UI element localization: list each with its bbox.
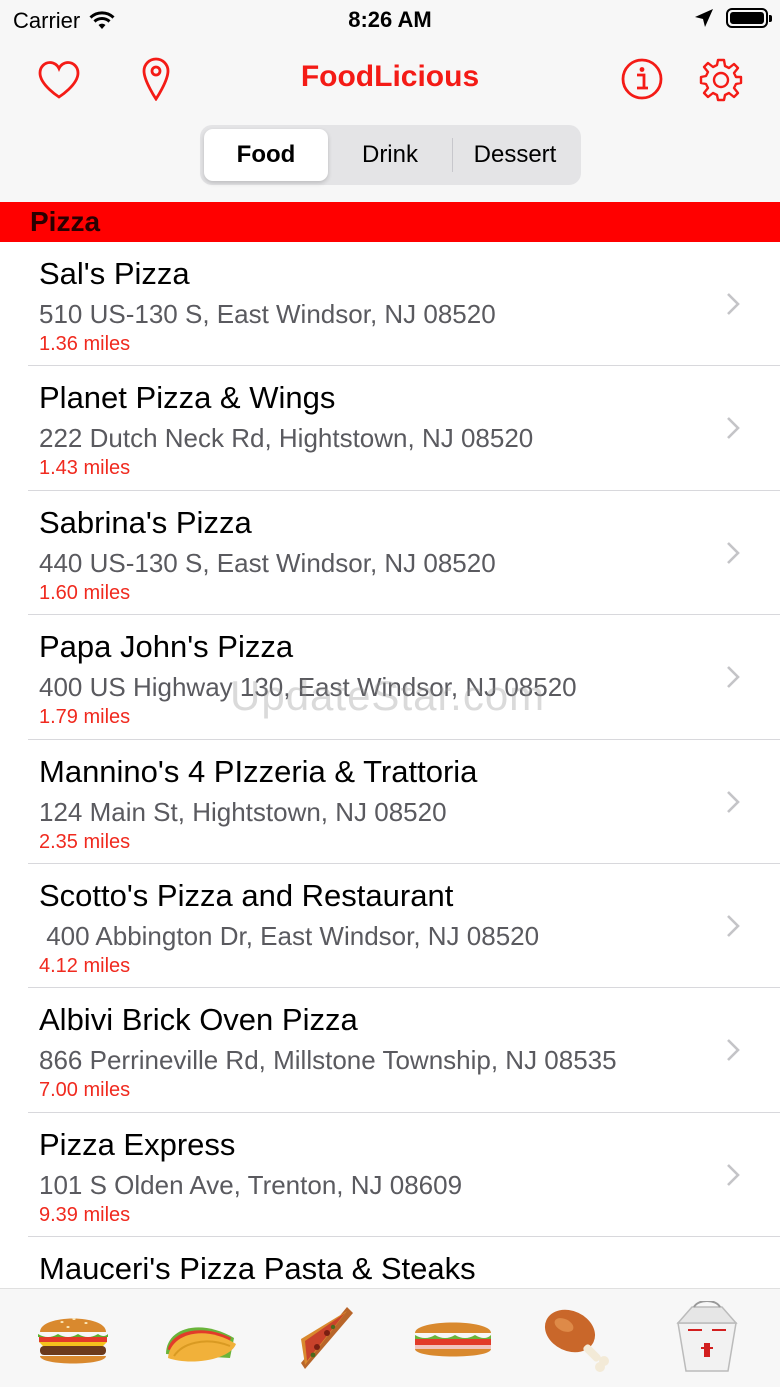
section-header: Pizza — [0, 202, 780, 242]
navigation-bar: FoodLicious Food Drink Dessert — [0, 40, 780, 202]
restaurant-name: Mannino's 4 PIzzeria & Trattoria — [39, 753, 478, 789]
restaurant-list[interactable]: Sal's Pizza 510 US-130 S, East Windsor, … — [0, 242, 780, 1288]
restaurant-name: Scotto's Pizza and Restaurant — [39, 877, 454, 913]
info-icon[interactable] — [620, 57, 664, 101]
chevron-right-icon — [727, 541, 740, 564]
restaurant-distance: 1.36 miles — [39, 333, 131, 355]
chevron-right-icon — [727, 293, 740, 315]
list-item[interactable]: Mannino's 4 PIzzeria & Trattoria 124 Mai… — [0, 740, 780, 865]
restaurant-address: 101 S Olden Ave, Trenton, NJ 08609 — [39, 1169, 463, 1200]
food-category-tab-bar — [0, 1288, 780, 1387]
restaurant-distance: 1.60 miles — [39, 581, 131, 604]
settings-gear-icon[interactable] — [698, 57, 744, 103]
chevron-right-icon — [727, 790, 740, 813]
restaurant-address: 400 Abbington Dr, East Windsor, NJ 08520 — [39, 920, 540, 951]
restaurant-name: Planet Pizza & Wings — [39, 380, 336, 416]
chicken-leg-icon[interactable] — [535, 1298, 625, 1378]
list-item[interactable]: Pizza Express 101 S Olden Ave, Trenton, … — [0, 1113, 780, 1238]
list-item[interactable]: Sabrina's Pizza 440 US-130 S, East Winds… — [0, 491, 780, 616]
restaurant-name: Mauceri's Pizza Pasta & Steaks — [39, 1251, 476, 1287]
pizza-slice-icon[interactable] — [282, 1298, 372, 1378]
list-item[interactable]: Albivi Brick Oven Pizza 866 Perrineville… — [0, 988, 780, 1114]
segment-dessert[interactable]: Dessert — [453, 129, 577, 181]
chevron-right-icon — [727, 417, 740, 440]
restaurant-distance: 9.39 miles — [39, 1203, 131, 1226]
status-bar: Carrier 8:26 AM — [0, 0, 780, 40]
segment-drink[interactable]: Drink — [328, 129, 452, 181]
burger-icon[interactable] — [28, 1298, 118, 1378]
restaurant-distance: 4.12 miles — [39, 954, 131, 977]
sub-sandwich-icon[interactable] — [408, 1298, 498, 1378]
list-item[interactable]: Scotto's Pizza and Restaurant 400 Abbing… — [0, 864, 780, 989]
restaurant-name: Pizza Express — [39, 1126, 236, 1162]
list-item[interactable]: Planet Pizza & Wings 222 Dutch Neck Rd, … — [0, 366, 780, 492]
chevron-right-icon — [727, 666, 740, 689]
restaurant-address: 400 US Highway 130, East Windsor, NJ 085… — [39, 672, 577, 703]
restaurant-address: 124 Main St, Hightstown, NJ 08520 — [39, 796, 447, 827]
restaurant-distance: 1.43 miles — [39, 457, 131, 480]
restaurant-address: 440 US-130 S, East Windsor, NJ 08520 — [39, 547, 496, 578]
chevron-right-icon — [727, 1039, 740, 1062]
taco-icon[interactable] — [155, 1298, 245, 1378]
takeout-box-icon[interactable] — [662, 1298, 752, 1378]
restaurant-distance: 2.35 miles — [39, 830, 131, 853]
chevron-right-icon — [727, 1163, 740, 1186]
segment-food[interactable]: Food — [204, 129, 328, 181]
battery-icon — [726, 8, 772, 28]
section-title: Pizza — [30, 206, 101, 237]
restaurant-name: Sabrina's Pizza — [39, 504, 252, 540]
restaurant-address: 510 US-130 S, East Windsor, NJ 08520 — [39, 299, 496, 329]
restaurant-distance: 7.00 miles — [39, 1079, 131, 1102]
restaurant-name: Papa John's Pizza — [39, 629, 294, 665]
list-item[interactable]: Papa John's Pizza 400 US Highway 130, Ea… — [0, 615, 780, 740]
restaurant-address: 222 Dutch Neck Rd, Hightstown, NJ 08520 — [39, 423, 534, 454]
list-item[interactable]: Mauceri's Pizza Pasta & Steaks — [0, 1237, 780, 1288]
list-item[interactable]: Sal's Pizza 510 US-130 S, East Windsor, … — [0, 242, 780, 367]
restaurant-name: Sal's Pizza — [39, 256, 190, 291]
restaurant-address: 866 Perrineville Rd, Millstone Township,… — [39, 1045, 617, 1076]
restaurant-distance: 1.79 miles — [39, 706, 131, 729]
chevron-right-icon — [727, 915, 740, 937]
clock: 8:26 AM — [348, 7, 432, 32]
location-arrow-icon — [695, 9, 713, 27]
category-segmented-control: Food Drink Dessert — [200, 125, 581, 185]
restaurant-name: Albivi Brick Oven Pizza — [39, 1002, 358, 1038]
